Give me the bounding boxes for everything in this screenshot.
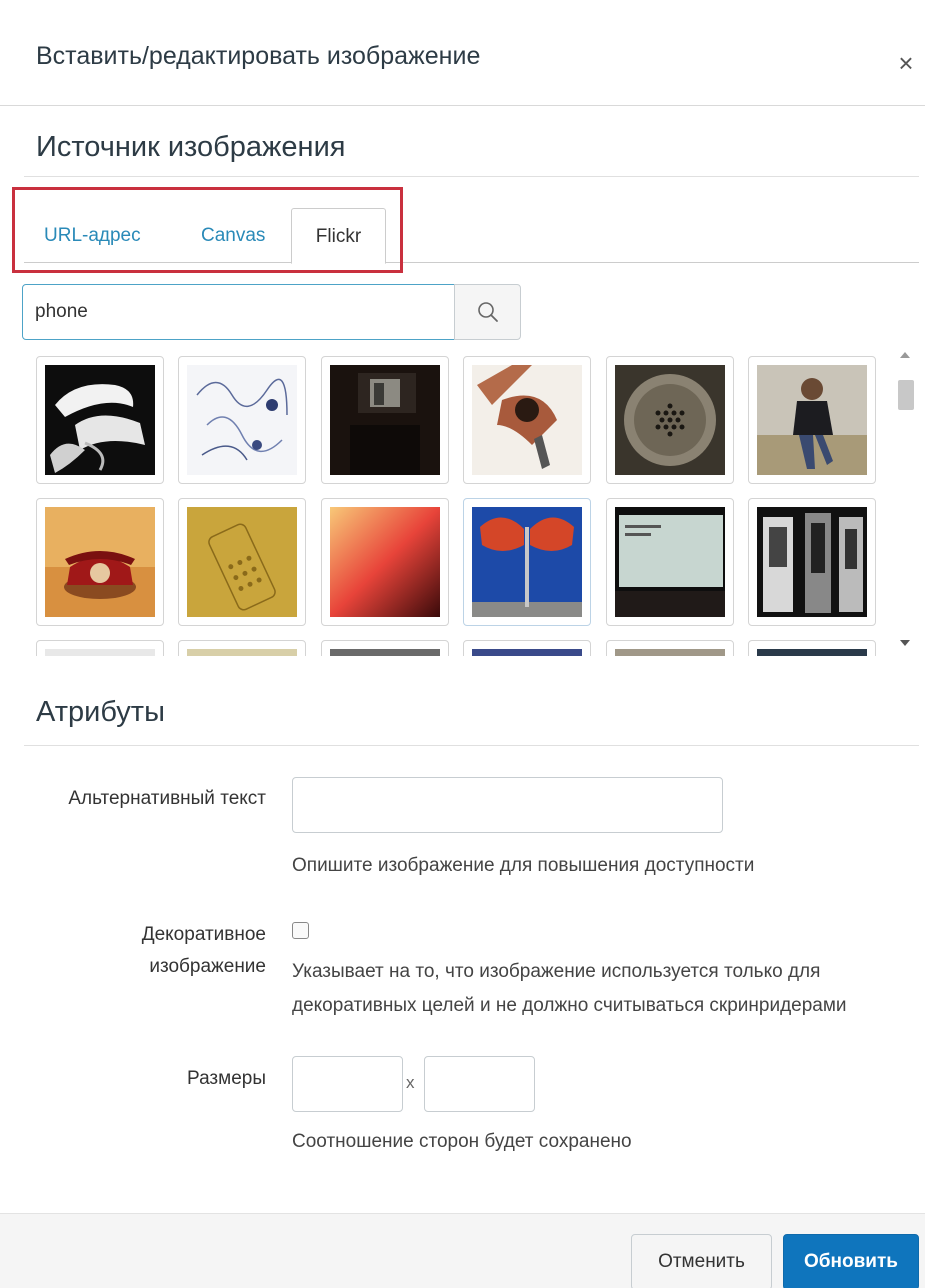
thumbnail-paper-phone[interactable]: [178, 498, 306, 626]
attributes-heading: Атрибуты: [36, 696, 165, 728]
partial-thumbnail: [472, 649, 582, 656]
cancel-button[interactable]: Отменить: [631, 1234, 772, 1288]
thumbnail-speaker-grille[interactable]: [606, 356, 734, 484]
thumbnail-woman-phone[interactable]: [748, 356, 876, 484]
decorative-label-line1: Декоративное: [141, 924, 266, 945]
decorative-help: Указывает на то, что изображение использ…: [292, 955, 847, 1023]
dimensions-help: Соотношение сторон будет сохранено: [292, 1131, 632, 1152]
search-input[interactable]: [22, 284, 455, 340]
scroll-down-arrow-icon[interactable]: [900, 640, 910, 646]
search-button[interactable]: [454, 284, 521, 340]
thumbnail-partial[interactable]: [748, 640, 876, 656]
tab-url[interactable]: URL-адрес: [44, 208, 141, 263]
divider: [24, 745, 919, 746]
dialog-title: Вставить/редактировать изображение: [36, 42, 481, 70]
thumbnail-partial[interactable]: [36, 640, 164, 656]
red-gradient-thumbnail: [330, 507, 440, 617]
partial-thumbnail: [615, 649, 725, 656]
dark-phone-booth-thumbnail: [330, 365, 440, 475]
thumbnail-copper-phone[interactable]: [463, 356, 591, 484]
alt-text-label: Альтернативный текст: [68, 788, 266, 809]
phone-screen-text-thumbnail: [615, 507, 725, 617]
red-rotary-phone-thumbnail: [45, 507, 155, 617]
red-receiver-on-blue-thumbnail: [472, 507, 582, 617]
paper-phone-sketch-thumbnail: [187, 507, 297, 617]
partial-thumbnail: [45, 649, 155, 656]
partial-thumbnail: [330, 649, 440, 656]
speaker-grille-thumbnail: [615, 365, 725, 475]
thumbnail-partial[interactable]: [321, 640, 449, 656]
gallery-scrollbar[interactable]: [896, 352, 916, 654]
image-gallery: [24, 348, 894, 656]
thumbnail-bw-booths[interactable]: [748, 498, 876, 626]
flickr-search: [22, 284, 521, 340]
partial-thumbnail: [187, 649, 297, 656]
partial-thumbnail: [757, 649, 867, 656]
scrollbar-thumb[interactable]: [898, 380, 914, 410]
woman-on-phone-thumbnail: [757, 365, 867, 475]
tab-canvas[interactable]: Canvas: [201, 208, 265, 263]
divider: [24, 176, 919, 177]
thumbnail-white-desk-phone[interactable]: [36, 356, 164, 484]
close-icon[interactable]: ×: [893, 50, 919, 76]
thumbnail-earphones[interactable]: [178, 356, 306, 484]
decorative-help-line1: Указывает на то, что изображение использ…: [292, 961, 821, 982]
image-source-heading: Источник изображения: [36, 131, 346, 163]
dialog-header: Вставить/редактировать изображение ×: [0, 0, 925, 106]
height-input[interactable]: [424, 1056, 535, 1112]
scroll-up-arrow-icon[interactable]: [900, 352, 910, 358]
decorative-label-line2: изображение: [149, 956, 266, 977]
white-desk-phone-thumbnail: [45, 365, 155, 475]
black-white-booths-thumbnail: [757, 507, 867, 617]
alt-text-help: Опишите изображение для повышения доступ…: [292, 855, 755, 876]
thumbnail-red-rotary[interactable]: [36, 498, 164, 626]
decorative-help-line2: декоративных целей и не должно считывать…: [292, 995, 847, 1016]
thumbnail-phone-screen[interactable]: [606, 498, 734, 626]
thumbnail-red-gradient[interactable]: [321, 498, 449, 626]
thumbnail-partial[interactable]: [463, 640, 591, 656]
width-input[interactable]: [292, 1056, 403, 1112]
source-tabs: URL-адрес Canvas Flickr: [24, 208, 919, 264]
earphones-cable-thumbnail: [187, 365, 297, 475]
thumbnail-red-receiver[interactable]: [463, 498, 591, 626]
copper-wall-phone-thumbnail: [472, 365, 582, 475]
decorative-checkbox[interactable]: [292, 922, 309, 939]
thumbnail-dark-booth[interactable]: [321, 356, 449, 484]
dialog-footer: Отменить Обновить: [0, 1213, 925, 1288]
thumbnail-partial[interactable]: [606, 640, 734, 656]
tab-flickr[interactable]: Flickr: [291, 208, 386, 264]
alt-text-input[interactable]: [292, 777, 723, 833]
dimensions-label: Размеры: [187, 1068, 266, 1089]
update-button[interactable]: Обновить: [783, 1234, 919, 1288]
dimensions-separator: x: [406, 1073, 415, 1092]
search-icon: [478, 302, 498, 322]
thumbnail-partial[interactable]: [178, 640, 306, 656]
decorative-label: Декоративное изображение: [30, 919, 266, 983]
